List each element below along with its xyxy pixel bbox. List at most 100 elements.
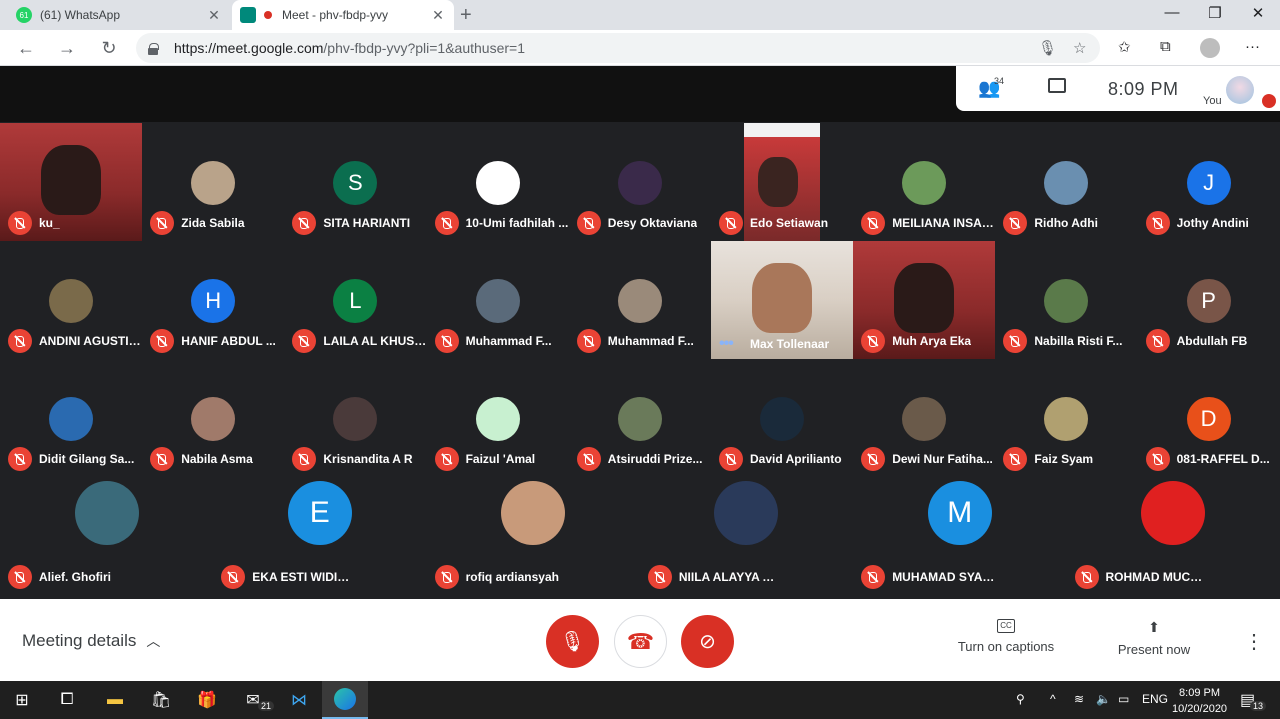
participant-name: Nabilla Risti F... (1034, 334, 1123, 348)
microphone-icon[interactable]: 🎙 (1038, 39, 1057, 57)
windows-start-icon[interactable]: ⊞ (10, 688, 34, 712)
participant-name: Atsiruddi Prize... (607, 452, 703, 466)
participant-name: ANDINI AGUSTINA (39, 334, 142, 348)
participant-tile[interactable]: ku_ (0, 123, 142, 241)
star-icon[interactable]: ☆ (1073, 39, 1086, 57)
participant-tile[interactable]: ROHMAD MUCHAROM (1066, 477, 1280, 595)
profile-icon[interactable] (1200, 38, 1220, 58)
mic-off-icon (576, 329, 601, 353)
participant-tile[interactable]: H HANIF ABDUL ... (142, 241, 285, 359)
tab-whatsapp[interactable]: 61 (61) WhatsApp ✕ (8, 0, 230, 30)
self-muted-icon (1262, 94, 1276, 108)
participant-tile[interactable]: Dewi Nur Fatiha... (853, 359, 996, 477)
mic-off-icon (861, 329, 886, 353)
whatsapp-icon: 61 (16, 7, 32, 23)
mic-off-icon (221, 565, 246, 589)
store-icon[interactable]: 🛍 (149, 688, 173, 712)
camera-toggle-button[interactable]: ⊘ (681, 615, 734, 668)
participant-tile[interactable]: Muh Arya Eka (853, 241, 996, 359)
close-window-icon[interactable]: ✕ (1243, 4, 1273, 22)
participant-name: Krisnandita A R (323, 452, 413, 466)
reload-icon[interactable]: ↻ (97, 36, 121, 60)
leave-call-button[interactable]: ☎ (614, 615, 667, 668)
participant-label: Faizul 'Amal (434, 447, 535, 471)
participant-tile[interactable]: Muhammad F... (426, 241, 569, 359)
edge-icon[interactable] (322, 681, 368, 719)
participant-tile[interactable]: rofiq ardiansyah (426, 477, 640, 595)
people-tray-icon[interactable]: ⚲ (1016, 692, 1025, 706)
participant-tile[interactable]: 10-Umi fadhilah ... (426, 123, 569, 241)
participant-tile[interactable]: J Jothy Andini (1137, 123, 1280, 241)
participant-name: Muh Arya Eka (892, 334, 972, 348)
forward-icon[interactable]: → (55, 36, 79, 60)
participant-tile[interactable]: P Abdullah FB (1137, 241, 1280, 359)
participant-tile[interactable]: David Aprilianto (711, 359, 853, 477)
file-explorer-icon[interactable]: ▬ (103, 688, 127, 712)
self-avatar[interactable] (1226, 76, 1254, 104)
participant-tile[interactable]: Zida Sabila (142, 123, 285, 241)
avatar (475, 397, 520, 441)
mic-off-icon (434, 447, 459, 471)
participant-tile[interactable]: Ridho Adhi (995, 123, 1138, 241)
participant-tile[interactable]: Krisnandita A R (284, 359, 427, 477)
participant-tile[interactable]: Nabila Asma (142, 359, 285, 477)
close-icon[interactable]: ✕ (206, 7, 222, 24)
participant-tile[interactable]: Alief. Ghofiri (0, 477, 213, 595)
wifi-icon[interactable]: ≋ (1074, 692, 1084, 706)
mic-off-icon (8, 329, 32, 353)
more-icon[interactable]: ··· (1245, 38, 1260, 55)
participant-tile[interactable]: Faizul 'Amal (426, 359, 569, 477)
address-bar[interactable]: https://meet.google.com/phv-fbdp-yvy?pli… (136, 33, 1100, 63)
participant-tile[interactable]: E EKA ESTI WIDIYASTUTI (213, 477, 427, 595)
participant-tile[interactable]: Atsiruddi Prize... (568, 359, 711, 477)
mic-toggle-button[interactable]: 🎙 (546, 615, 599, 668)
system-clock[interactable]: 8:09 PM 10/20/2020 (1172, 685, 1227, 717)
participant-tile[interactable]: ••• Max Tollenaar (711, 241, 853, 359)
battery-icon[interactable]: ▭ (1118, 692, 1129, 706)
participant-tile[interactable]: NIILA ALAYYA ADILLA (639, 477, 853, 595)
participant-name: Muhammad F... (465, 334, 552, 348)
chevron-up-icon[interactable]: ^ (1050, 692, 1056, 706)
language-indicator[interactable]: ENG (1142, 692, 1168, 706)
vscode-icon[interactable]: ⋈ (287, 688, 311, 712)
task-view-icon[interactable]: ⧠ (55, 688, 79, 712)
participant-tile[interactable]: L LAILA AL KHUSNA (284, 241, 427, 359)
participant-tile[interactable]: Didit Gilang Sa... (0, 359, 142, 477)
participant-tile[interactable]: Nabilla Risti F... (995, 241, 1138, 359)
participant-label: ku_ (8, 211, 60, 235)
volume-icon[interactable]: 🔈 (1096, 692, 1111, 706)
favorites-icon[interactable]: ✩ (1118, 38, 1131, 56)
people-button[interactable]: 👥 34 (978, 76, 1004, 99)
camera-off-icon: ⊘ (699, 631, 716, 653)
participant-tile[interactable]: Muhammad F... (568, 241, 711, 359)
participant-tile[interactable]: Faiz Syam (995, 359, 1138, 477)
back-icon[interactable]: ← (14, 36, 38, 60)
participant-tile[interactable]: ANDINI AGUSTINA (0, 241, 142, 359)
participant-tile[interactable]: D 081-RAFFEL D... (1137, 359, 1280, 477)
participant-name: rofiq ardiansyah (465, 570, 559, 584)
gift-icon[interactable]: 🎁 (195, 688, 219, 712)
participant-tile[interactable]: MEILIANA INSANI... (853, 123, 996, 241)
close-icon[interactable]: ✕ (430, 7, 446, 24)
video-feed (752, 263, 812, 333)
captions-button[interactable]: CC Turn on captions (956, 619, 1056, 654)
participant-label: Faiz Syam (1003, 447, 1093, 471)
present-button[interactable]: ⬆ Present now (1112, 619, 1196, 657)
mic-off-icon (8, 211, 32, 235)
chevron-up-icon: ︿ (146, 633, 161, 649)
collections-icon[interactable]: ⧉ (1160, 38, 1171, 55)
participant-tile[interactable]: S SITA HARIANTI (284, 123, 427, 241)
tab-meet[interactable]: Meet - phv-fbdp-yvy ✕ (232, 0, 454, 30)
meeting-details-button[interactable]: Meeting details ︿ (22, 631, 160, 651)
url-text: https://meet.google.com/phv-fbdp-yvy?pli… (174, 40, 525, 56)
maximize-icon[interactable]: ❐ (1200, 4, 1230, 22)
minimize-icon[interactable]: — (1157, 4, 1187, 21)
mail-badge: 21 (258, 701, 275, 711)
chat-icon[interactable] (1048, 78, 1066, 93)
new-tab-button[interactable]: + (460, 4, 472, 27)
participant-tile[interactable]: Desy Oktaviana (568, 123, 711, 241)
more-options-icon[interactable]: ⋮ (1244, 629, 1264, 654)
participant-tile[interactable]: Edo Setiawan (711, 123, 853, 241)
participant-tile[interactable]: M MUHAMAD SYAHRUL GUFRON (853, 477, 1067, 595)
mic-off-icon (861, 565, 886, 589)
